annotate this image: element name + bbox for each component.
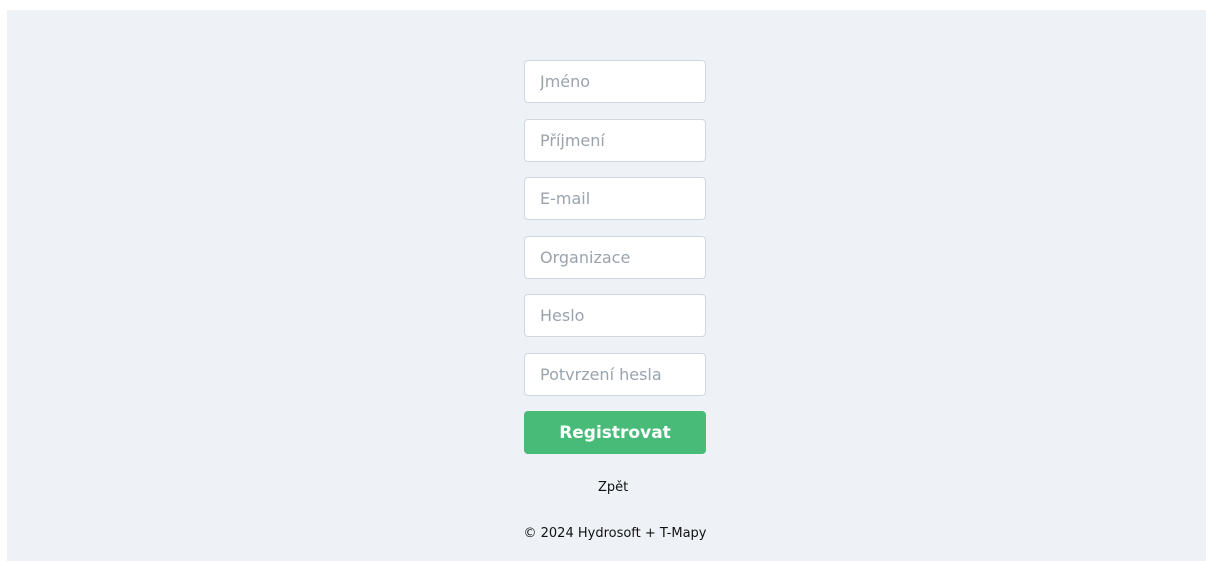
email-input[interactable] <box>524 177 706 220</box>
password-confirm-input[interactable] <box>524 352 706 396</box>
first-name-input[interactable] <box>524 60 706 103</box>
registration-form: Registrovat <box>524 60 706 454</box>
organization-input[interactable] <box>524 235 706 279</box>
registration-page: Registrovat Zpět © 2024 Hydrosoft + T-Ma… <box>7 10 1206 561</box>
register-button[interactable]: Registrovat <box>524 411 706 454</box>
last-name-input[interactable] <box>524 118 706 162</box>
back-link[interactable]: Zpět <box>598 480 628 495</box>
footer-copyright: © 2024 Hydrosoft + T-Mapy <box>523 526 707 541</box>
password-input[interactable] <box>524 294 706 337</box>
